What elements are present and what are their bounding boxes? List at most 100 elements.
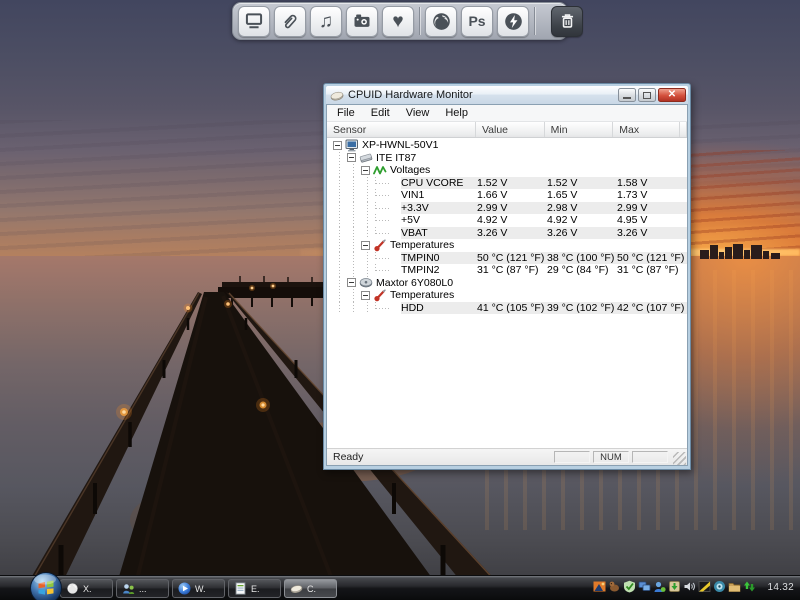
- sensor-name: VBAT: [401, 227, 477, 240]
- collapse-toggle[interactable]: [361, 241, 370, 250]
- chip-icon: [359, 151, 373, 164]
- taskbar-clock[interactable]: 14.32: [767, 582, 794, 593]
- tree-row-ite-it87[interactable]: ITE IT87: [327, 152, 687, 165]
- row-band: HDD41 °C (105 °F)39 °C (102 °F)42 °C (10…: [401, 302, 687, 315]
- tree-node-label: Temperatures: [390, 289, 454, 302]
- collapse-toggle[interactable]: [361, 166, 370, 175]
- lightning-dock-button[interactable]: [497, 6, 529, 37]
- tree-rail: [347, 164, 361, 177]
- messenger-tray-icon: [653, 580, 666, 593]
- tree-elbow: [375, 302, 401, 315]
- trash-dock-button[interactable]: [551, 6, 583, 37]
- tree-elbow: [375, 252, 401, 265]
- taskbar-button-label: X.: [83, 584, 92, 594]
- taskbar-button-media-player[interactable]: W.: [172, 579, 225, 598]
- sensor-max: 2.99 V: [617, 202, 687, 215]
- tree-rail: [347, 202, 361, 215]
- status-bar: Ready NUM: [327, 448, 687, 465]
- network-activity-icon: [743, 580, 756, 593]
- close-button[interactable]: ✕: [658, 88, 686, 102]
- tree-row-tmpin0[interactable]: TMPIN050 °C (121 °F)38 °C (100 °F)50 °C …: [327, 252, 687, 265]
- heart-dock-button[interactable]: ♥: [382, 6, 414, 37]
- tree-node-label: XP-HWNL-50V1: [362, 139, 438, 152]
- sensor-max: 1.58 V: [617, 177, 687, 190]
- monitor-dock-button[interactable]: [238, 6, 270, 37]
- display-icon: [698, 580, 711, 593]
- tree-node-label: ITE IT87: [376, 152, 416, 165]
- tree-node-label: Maxtor 6Y080L0: [376, 277, 453, 290]
- temperature-icon: [373, 289, 387, 302]
- taskbar-button-messenger[interactable]: ...: [116, 579, 169, 598]
- sensor-name: HDD: [401, 302, 477, 315]
- sensor-max: 1.73 V: [617, 189, 687, 202]
- column-value[interactable]: Value: [476, 122, 545, 137]
- sensor-name: VIN1: [401, 189, 477, 202]
- tree-row-voltages[interactable]: Voltages: [327, 164, 687, 177]
- tree-row-vin1[interactable]: VIN11.66 V1.65 V1.73 V: [327, 189, 687, 202]
- sensor-max: 3.26 V: [617, 227, 687, 240]
- window-title: CPUID Hardware Monitor: [348, 89, 616, 101]
- start-button[interactable]: [29, 571, 63, 600]
- sensor-max: 50 °C (121 °F): [617, 252, 687, 265]
- collapse-toggle[interactable]: [347, 153, 356, 162]
- tree-row-vbat[interactable]: VBAT3.26 V3.26 V3.26 V: [327, 227, 687, 240]
- column-sensor[interactable]: Sensor: [327, 122, 476, 137]
- tree-rail: [333, 227, 347, 240]
- taskbar-button-cpuid[interactable]: C.: [284, 579, 337, 598]
- trash-icon: [558, 11, 577, 31]
- resize-grip[interactable]: [673, 452, 686, 465]
- tree-row-hdd[interactable]: HDD41 °C (105 °F)39 °C (102 °F)42 °C (10…: [327, 302, 687, 315]
- tree-rail: [347, 264, 361, 277]
- menu-edit[interactable]: Edit: [363, 106, 398, 120]
- tree-rail: [361, 202, 375, 215]
- maximize-button[interactable]: [638, 88, 656, 102]
- tree-row-xp-hwnl-50v1[interactable]: XP-HWNL-50V1: [327, 139, 687, 152]
- taskbar-button-label: W.: [195, 584, 206, 594]
- firefox-dock-button[interactable]: [425, 6, 457, 37]
- status-text: Ready: [333, 451, 554, 463]
- photoshop-icon: Ps: [468, 14, 485, 28]
- tree-row-temperatures[interactable]: Temperatures: [327, 289, 687, 302]
- tree-rail: [333, 202, 347, 215]
- tree-row-temperatures[interactable]: Temperatures: [327, 239, 687, 252]
- collapse-toggle[interactable]: [347, 278, 356, 287]
- network-icon: [638, 580, 651, 593]
- taskbar-button-firefox[interactable]: X.: [60, 579, 113, 598]
- sensor-tree: XP-HWNL-50V1ITE IT87VoltagesCPU VCORE1.5…: [327, 138, 687, 448]
- camera-dock-button[interactable]: [346, 6, 378, 37]
- sensor-min: 4.92 V: [547, 214, 617, 227]
- firefox-icon: [431, 11, 452, 32]
- tree-rail: [347, 189, 361, 202]
- status-cell-scrl: [632, 451, 668, 463]
- dock-separator: [534, 7, 535, 35]
- collapse-toggle[interactable]: [361, 291, 370, 300]
- paperclip-dock-button[interactable]: [274, 6, 306, 37]
- tree-row-tmpin2[interactable]: TMPIN231 °C (87 °F)29 °C (84 °F)31 °C (8…: [327, 264, 687, 277]
- column-min[interactable]: Min: [545, 122, 614, 137]
- titlebar[interactable]: CPUID Hardware Monitor ✕: [326, 86, 688, 104]
- row-band: VBAT3.26 V3.26 V3.26 V: [401, 227, 687, 240]
- taskbar-button-document[interactable]: E.: [228, 579, 281, 598]
- antivirus-icon: [623, 580, 636, 593]
- menu-help[interactable]: Help: [437, 106, 476, 120]
- music-dock-button[interactable]: ♫: [310, 6, 342, 37]
- row-band: VIN11.66 V1.65 V1.73 V: [401, 189, 687, 202]
- column-max[interactable]: Max: [613, 122, 680, 137]
- sensor-name: +5V: [401, 214, 477, 227]
- tree-row-maxtor-6y080l0[interactable]: Maxtor 6Y080L0: [327, 277, 687, 290]
- pet-icon: [608, 580, 621, 593]
- menu-view[interactable]: View: [398, 106, 438, 120]
- sensor-min: 1.52 V: [547, 177, 617, 190]
- photoshop-dock-button[interactable]: Ps: [461, 6, 493, 37]
- minimize-button[interactable]: [618, 88, 636, 102]
- tree-node-label: Temperatures: [390, 239, 454, 252]
- sensor-min: 1.65 V: [547, 189, 617, 202]
- tree-row--5v[interactable]: +5V4.92 V4.92 V4.95 V: [327, 214, 687, 227]
- tree-row--3-3v[interactable]: +3.3V2.99 V2.98 V2.99 V: [327, 202, 687, 215]
- tree-elbow: [375, 227, 401, 240]
- collapse-toggle[interactable]: [333, 141, 342, 150]
- menu-file[interactable]: File: [329, 106, 363, 120]
- tree-row-cpu-vcore[interactable]: CPU VCORE1.52 V1.52 V1.58 V: [327, 177, 687, 190]
- tree-elbow: [375, 177, 401, 190]
- row-band: CPU VCORE1.52 V1.52 V1.58 V: [401, 177, 687, 190]
